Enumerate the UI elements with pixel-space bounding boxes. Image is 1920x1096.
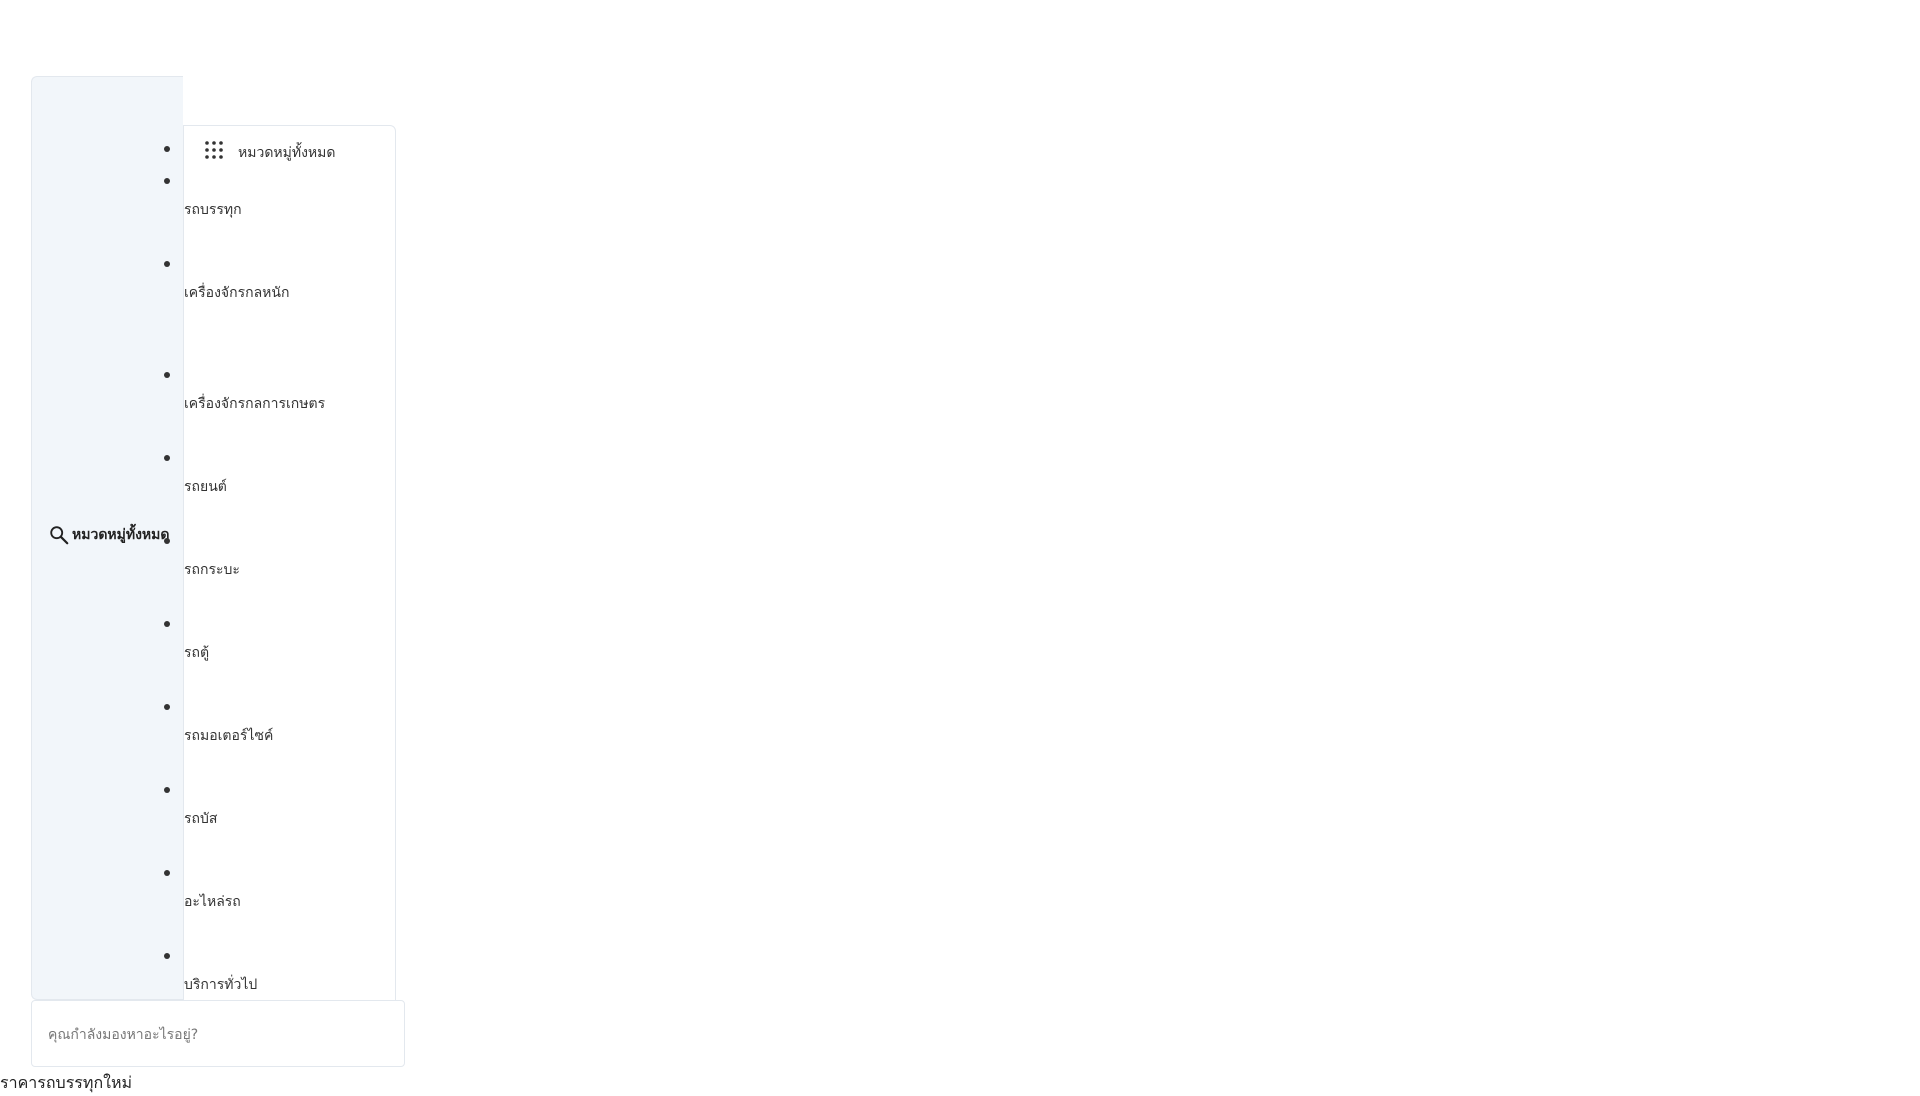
all-categories-toggle-label: หมวดหมู่ทั้งหมด — [72, 527, 170, 543]
list-bullet — [164, 261, 170, 267]
list-bullet — [164, 704, 170, 710]
search-icon — [50, 526, 69, 545]
category-item-vans[interactable]: รถตู้ — [184, 642, 209, 664]
category-item-pickups[interactable]: รถกระบะ — [184, 559, 240, 581]
all-categories-header[interactable]: หมวดหมู่ทั้งหมด — [204, 136, 335, 164]
category-item-car-parts[interactable]: อะไหล่รถ — [184, 891, 241, 913]
category-item-general-services[interactable]: บริการทั่วไป — [184, 974, 257, 996]
list-bullet — [164, 870, 170, 876]
list-bullet — [164, 953, 170, 959]
all-categories-header-label: หมวดหมู่ทั้งหมด — [238, 145, 336, 161]
category-item-heavy-machinery[interactable]: เครื่องจักรกลหนัก — [184, 282, 289, 304]
category-item-agricultural-machinery[interactable]: เครื่องจักรกลการเกษตร — [184, 393, 325, 415]
category-item-motorcycles[interactable]: รถมอเตอร์ไซค์ — [184, 725, 273, 747]
list-bullet — [164, 146, 170, 152]
category-item-trucks[interactable]: รถบรรทุก — [184, 199, 242, 221]
list-bullet — [164, 538, 170, 544]
search-input[interactable] — [46, 1023, 386, 1047]
grid-icon — [205, 141, 223, 159]
new-truck-prices-link[interactable]: ราคารถบรรทุกใหม่ — [0, 1071, 132, 1096]
all-categories-toggle[interactable]: หมวดหมู่ทั้งหมด — [48, 524, 169, 546]
list-bullet — [164, 178, 170, 184]
list-bullet — [164, 455, 170, 461]
list-bullet — [164, 372, 170, 378]
list-bullet — [164, 621, 170, 627]
category-item-cars[interactable]: รถยนต์ — [184, 476, 227, 498]
list-bullet — [164, 787, 170, 793]
category-item-buses[interactable]: รถบัส — [184, 808, 217, 830]
search-box — [31, 1000, 405, 1067]
